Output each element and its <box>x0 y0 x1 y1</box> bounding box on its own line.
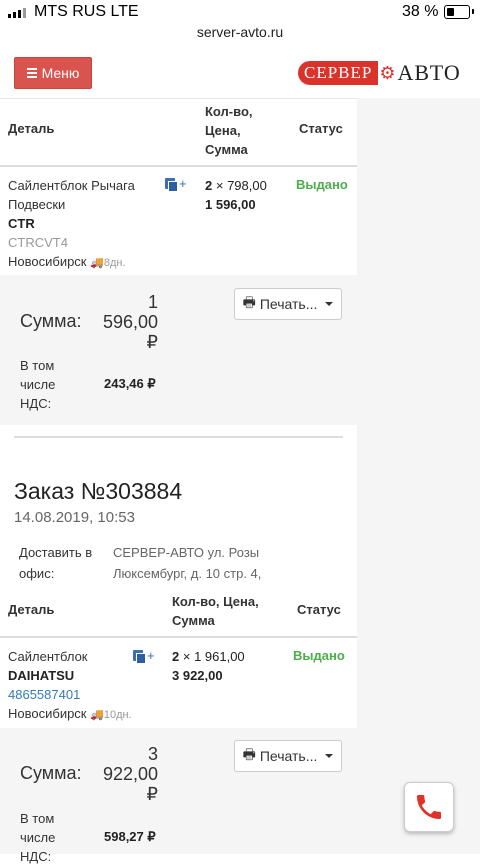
col-header-price: Цена, <box>205 123 241 138</box>
total-value: 1 596,00 ₽ <box>102 292 158 352</box>
printer-icon: 🖶 <box>242 294 256 310</box>
col-header-qty: Кол-во, <box>205 104 253 119</box>
item-days: 8дн. <box>103 257 126 269</box>
chevron-down-icon <box>325 302 334 306</box>
site-logo[interactable]: СЕРВЕР ⚙ АВТО <box>298 60 461 86</box>
vat-value: 598,27 ₽ <box>104 829 156 844</box>
item-sum: 1 596,00 <box>205 197 256 212</box>
table-row: Сайлентблок Рычага Подвески CTR CTRCVT4 … <box>8 176 135 273</box>
vat-label: В том числе НДС: <box>20 358 56 411</box>
carrier-label: MTS RUS LTE <box>34 3 139 20</box>
status-bar: MTS RUS LTE 38 % <box>0 0 480 24</box>
item-qty-price: 2 × 798,00 1 596,00 <box>205 176 267 214</box>
col-header-status: Статус <box>297 602 341 617</box>
menu-button[interactable]: Меню <box>14 57 92 89</box>
status-badge: Выдано <box>293 648 345 663</box>
col-header-detail: Деталь <box>8 602 55 617</box>
truck-icon: 🚚 <box>90 709 104 721</box>
side-panel <box>357 98 480 854</box>
col-header-qty-price-sum: Кол-во, Цена, Сумма <box>172 594 259 628</box>
item-city: Новосибирск <box>8 254 87 269</box>
item-days: 10дн. <box>103 709 132 721</box>
table-row: Сайлентблок DAIHATSU 4865587401 Новосиби… <box>8 647 132 725</box>
order-divider <box>14 436 343 438</box>
vat-value: 243,46 ₽ <box>104 376 156 391</box>
copy-add-button[interactable]: + <box>133 648 155 664</box>
col-header-qty-price-sum: Кол-во, Цена, Сумма <box>205 102 253 159</box>
truck-icon: 🚚 <box>90 257 104 269</box>
table-header-divider <box>0 636 357 638</box>
total-label: Сумма: <box>20 763 82 783</box>
print-button[interactable]: 🖶 Печать... <box>234 288 342 320</box>
chevron-down-icon <box>325 754 334 758</box>
item-qty: 2 <box>172 649 180 664</box>
phone-icon <box>417 795 441 819</box>
printer-icon: 🖶 <box>242 746 256 762</box>
item-code: CTRCVT4 <box>8 235 68 250</box>
logo-right-text: АВТО <box>397 60 461 85</box>
vat-label: В том числе НДС: <box>20 811 56 864</box>
total-label: Сумма: <box>20 311 82 331</box>
table-header-divider <box>0 165 357 167</box>
order-date: 14.08.2019, 10:53 <box>14 509 135 526</box>
print-label: Печать... <box>259 748 318 764</box>
signal-icon <box>8 8 26 18</box>
order-title: Заказ №303884 <box>14 478 183 504</box>
item-price: × 798,00 <box>215 178 267 193</box>
item-brand: DAIHATSU <box>8 668 75 683</box>
col-header-sum: Сумма <box>205 142 248 157</box>
item-city: Новосибирск <box>8 706 87 721</box>
url-text: server-avto.ru <box>196 24 284 40</box>
copy-icon <box>165 178 178 192</box>
copy-add-button[interactable]: + <box>165 176 187 192</box>
total-value: 3 922,00 ₽ <box>102 744 158 804</box>
call-button[interactable] <box>404 782 454 832</box>
item-code-link[interactable]: 4865587401 <box>8 685 132 704</box>
site-navbar: Меню СЕРВЕР ⚙ АВТО <box>0 48 480 99</box>
col-header-status: Статус <box>299 121 343 136</box>
copy-icon <box>133 650 146 664</box>
item-brand: CTR <box>8 216 35 231</box>
item-price: × 1 961,00 <box>182 649 245 664</box>
gear-icon: ⚙ <box>379 62 397 83</box>
deliver-address: СЕРВЕР-АВТО ул. Розы Люксембург, д. 10 с… <box>113 545 262 581</box>
print-label: Печать... <box>259 296 318 312</box>
item-name-cont: Подвески <box>8 197 66 212</box>
battery-percent: 38 % <box>402 3 439 20</box>
item-name: Сайлентблок Рычага <box>8 178 135 193</box>
item-qty-price: 2 × 1 961,00 3 922,00 <box>172 647 245 685</box>
logo-left-text: СЕРВЕР <box>298 61 379 85</box>
item-sum: 3 922,00 <box>172 668 223 683</box>
print-button[interactable]: 🖶 Печать... <box>234 740 342 772</box>
deliver-label: Доставить в офис: <box>19 545 93 581</box>
status-badge: Выдано <box>296 177 348 192</box>
col-header-detail: Деталь <box>8 121 55 136</box>
battery-icon <box>444 5 474 19</box>
menu-label: Меню <box>41 65 80 81</box>
bars-icon <box>26 68 37 78</box>
url-bar[interactable]: server-avto.ru <box>0 24 480 48</box>
item-qty: 2 <box>205 178 213 193</box>
item-name: Сайлентблок <box>8 649 88 664</box>
